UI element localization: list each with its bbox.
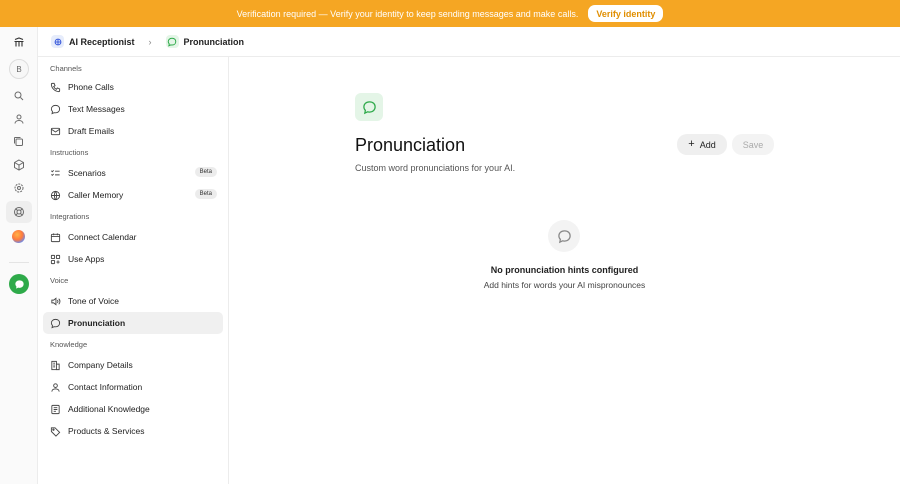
section-title-knowledge: Knowledge — [50, 340, 88, 349]
chevron-right-icon: › — [148, 36, 152, 47]
sidebar-item-label: Contact Information — [68, 382, 143, 392]
add-button-label: Add — [699, 139, 716, 150]
app-icon[interactable] — [9, 274, 29, 294]
verification-banner: Verification required — Verify your iden… — [0, 0, 900, 27]
icon-rail: B — [0, 27, 38, 484]
sidebar-item-use-apps[interactable]: Use Apps — [43, 248, 223, 270]
chat-icon — [50, 318, 61, 329]
sidebar-item-label: Use Apps — [68, 254, 105, 264]
sidebar-item-label: Tone of Voice — [68, 296, 120, 306]
empty-state-chat-icon — [548, 220, 580, 252]
top-header: AI Receptionist › Pronunciation — [38, 27, 900, 57]
sidebar-item-scenarios[interactable]: Scenarios Beta — [43, 162, 223, 184]
sidebar-item-text-messages[interactable]: Text Messages — [43, 98, 223, 120]
sidebar-item-label: Pronunciation — [68, 318, 126, 328]
orb-icon[interactable] — [12, 230, 25, 243]
plus-icon: + — [688, 138, 695, 150]
verify-identity-button[interactable]: Verify identity — [588, 5, 664, 22]
sidebar-item-additional-knowledge[interactable]: Additional Knowledge — [43, 398, 223, 420]
sidebar-item-draft-emails[interactable]: Draft Emails — [43, 120, 223, 142]
rail-divider — [9, 262, 29, 263]
breadcrumb-root-label: AI Receptionist — [69, 36, 135, 47]
breadcrumb-root[interactable]: AI Receptionist — [51, 35, 135, 48]
page-subtitle: Custom word pronunciations for your AI. — [355, 163, 516, 173]
page-title: Pronunciation — [355, 135, 466, 155]
checklist-icon — [50, 168, 61, 179]
copy-icon[interactable] — [9, 132, 29, 152]
pronunciation-chat-icon — [165, 35, 179, 48]
add-button[interactable]: + Add — [677, 134, 727, 155]
pronunciation-chat-icon — [355, 93, 383, 121]
tag-icon — [50, 426, 61, 437]
logo-icon[interactable] — [9, 33, 29, 53]
main-content: Pronunciation Custom word pronunciations… — [229, 57, 900, 484]
sidebar-item-label: Draft Emails — [68, 126, 115, 136]
empty-state-subtitle: Add hints for words your AI mispronounce… — [483, 280, 646, 290]
settings-sidebar: Channels Phone Calls Text Messages Draft… — [38, 57, 229, 484]
beta-badge: Beta — [194, 167, 217, 177]
help-icon[interactable] — [6, 201, 32, 223]
settings-icon[interactable] — [9, 178, 29, 198]
apps-icon — [50, 254, 61, 265]
chat-icon — [50, 104, 61, 115]
sidebar-item-tone-of-voice[interactable]: Tone of Voice — [43, 290, 223, 312]
calendar-icon — [50, 232, 61, 243]
sidebar-item-label: Additional Knowledge — [68, 404, 150, 414]
beta-badge: Beta — [194, 189, 217, 199]
sidebar-item-label: Text Messages — [68, 104, 125, 114]
receptionist-icon — [51, 35, 64, 48]
sidebar-item-label: Company Details — [68, 360, 133, 370]
contact-icon — [50, 382, 61, 393]
sidebar-item-label: Caller Memory — [68, 190, 124, 200]
banner-message: Verification required — Verify your iden… — [236, 8, 579, 19]
cube-icon[interactable] — [9, 155, 29, 175]
section-title-instructions: Instructions — [50, 148, 89, 157]
sidebar-item-label: Scenarios — [68, 168, 106, 178]
speaker-icon — [50, 296, 61, 307]
sidebar-item-phone-calls[interactable]: Phone Calls — [43, 76, 223, 98]
sidebar-item-caller-memory[interactable]: Caller Memory Beta — [43, 184, 223, 206]
empty-state-title: No pronunciation hints configured — [490, 265, 639, 275]
sidebar-item-label: Phone Calls — [68, 82, 114, 92]
sidebar-item-label: Connect Calendar — [68, 232, 137, 242]
user-icon[interactable] — [9, 109, 29, 129]
section-title-voice: Voice — [50, 276, 69, 285]
sidebar-item-connect-calendar[interactable]: Connect Calendar — [43, 226, 223, 248]
search-icon[interactable] — [9, 86, 29, 106]
save-button[interactable]: Save — [732, 134, 774, 155]
avatar[interactable]: B — [9, 59, 29, 79]
building-icon — [50, 360, 61, 371]
phone-icon — [50, 82, 61, 93]
breadcrumb-current: Pronunciation — [165, 35, 245, 48]
mail-icon — [50, 126, 61, 137]
globe-icon — [50, 190, 61, 201]
sidebar-item-products-services[interactable]: Products & Services — [43, 420, 223, 442]
breadcrumb-current-label: Pronunciation — [183, 36, 245, 47]
sidebar-item-label: Products & Services — [68, 426, 145, 436]
sidebar-item-pronunciation[interactable]: Pronunciation — [43, 312, 223, 334]
book-icon — [50, 404, 61, 415]
section-title-integrations: Integrations — [50, 212, 90, 221]
sidebar-item-company-details[interactable]: Company Details — [43, 354, 223, 376]
sidebar-item-contact-information[interactable]: Contact Information — [43, 376, 223, 398]
section-title-channels: Channels — [50, 64, 82, 73]
